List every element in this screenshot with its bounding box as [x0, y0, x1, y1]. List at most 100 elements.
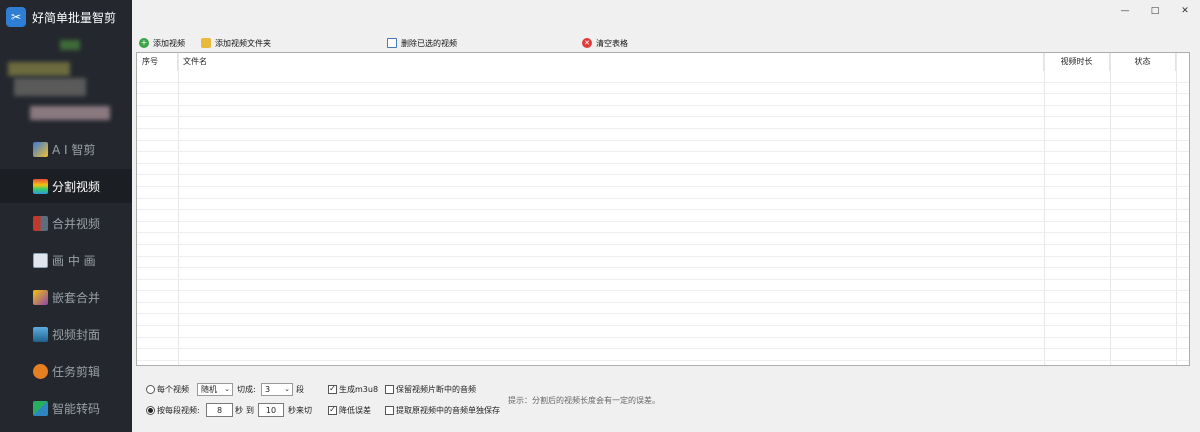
transcode-icon [33, 400, 48, 416]
segments-dropdown[interactable]: 3 ⌄ [261, 382, 293, 396]
add-folder-button[interactable]: 添加视频文件夹 [201, 36, 271, 50]
empty-table-row [137, 199, 1189, 211]
app-title: 好简单批量智剪 [32, 10, 117, 25]
to-seconds-input[interactable]: 10 [258, 403, 284, 417]
add-video-label: 添加视频 [153, 38, 185, 48]
empty-table-row [137, 94, 1189, 106]
extract-audio-label: 提取原视频中的音频单独保存 [396, 405, 500, 415]
minimize-button[interactable]: — [1110, 0, 1140, 22]
segments-unit-text: 段 [296, 384, 304, 394]
empty-table-row [137, 141, 1189, 153]
empty-table-row [137, 303, 1189, 315]
empty-table-row [137, 222, 1189, 234]
split-mode-select[interactable]: 随机 ⌄ [197, 382, 233, 396]
to-text: 到 [246, 405, 254, 415]
ai-magic-icon [33, 141, 48, 157]
nav-item-ai-edit[interactable]: A I 智剪 [0, 132, 132, 166]
task-edit-icon [33, 363, 48, 379]
split-options-panel: 每个视频 随机 ⌄ 切成: 3 ⌄ 段 按每段视频: 8 秒 到 10 秒来切 … [136, 372, 1190, 428]
checkbox-box [385, 405, 394, 415]
empty-table-row [137, 175, 1189, 187]
close-button[interactable]: ✕ [1170, 0, 1200, 22]
empty-table-row [137, 187, 1189, 199]
folder-icon [201, 38, 211, 48]
chevron-down-icon: ⌄ [284, 384, 290, 393]
column-header-filename[interactable]: 文件名 [178, 53, 1044, 71]
seconds-text: 秒 [235, 405, 243, 415]
extract-audio-checkbox[interactable]: 提取原视频中的音频单独保存 [385, 403, 500, 417]
delete-selected-label: 删除已选的视频 [401, 38, 457, 48]
empty-table-row [137, 245, 1189, 257]
nav-item-video-cover[interactable]: 视频封面 [0, 317, 132, 351]
nav-item-task-edit[interactable]: 任务剪辑 [0, 354, 132, 388]
from-seconds-input[interactable]: 8 [206, 403, 233, 417]
checkmark-icon: ✓ [328, 405, 337, 415]
empty-table-row [137, 117, 1189, 129]
column-header-index[interactable]: 序号 [137, 53, 178, 71]
nav-item-split-video[interactable]: 分割视频 [0, 169, 132, 203]
column-header-duration[interactable]: 视频时长 [1044, 53, 1110, 71]
empty-table-row [137, 129, 1189, 141]
plus-icon: + [139, 38, 149, 48]
video-cover-icon [33, 326, 48, 342]
empty-table-row [137, 314, 1189, 327]
nav-item-transcode[interactable]: 智能转码 [0, 391, 132, 425]
split-mode-dropdown[interactable]: 随机 ⌄ [197, 382, 233, 396]
add-folder-label: 添加视频文件夹 [215, 38, 271, 48]
keep-audio-checkbox[interactable]: 保留视频片断中的音频 [385, 382, 476, 396]
generate-m3u8-checkbox[interactable]: ✓ 生成m3u8 [328, 382, 378, 396]
nav-item-label: 合并视频 [52, 216, 101, 231]
nav-item-label: 嵌套合并 [52, 290, 101, 305]
reduce-error-checkbox[interactable]: ✓ 降低误差 [328, 403, 371, 417]
empty-table-row [137, 83, 1189, 95]
checkbox-box [385, 384, 394, 394]
split-video-icon [33, 178, 48, 194]
split-mode-value: 随机 [201, 384, 217, 394]
nav-item-nest-merge[interactable]: 嵌套合并 [0, 280, 132, 314]
table-body [137, 71, 1189, 361]
empty-table-row [137, 152, 1189, 164]
empty-table-row [137, 233, 1189, 245]
reduce-error-label: 降低误差 [339, 405, 371, 415]
chevron-down-icon: ⌄ [224, 384, 230, 393]
delete-selected-button[interactable]: 删除已选的视频 [387, 36, 457, 50]
nav-item-label: 任务剪辑 [52, 364, 101, 379]
per-segment-radio[interactable]: 按每段视频: [146, 403, 200, 417]
seconds-end-text: 秒来切 [288, 405, 312, 415]
empty-table-row [137, 280, 1189, 292]
user-profile-area [0, 34, 132, 130]
nav-item-label: 智能转码 [52, 401, 101, 416]
checkmark-icon: ✓ [328, 384, 337, 394]
per-video-radio[interactable]: 每个视频 [146, 382, 189, 396]
clear-table-label: 清空表格 [596, 38, 628, 48]
empty-table-row [137, 268, 1189, 280]
add-video-button[interactable]: + 添加视频 [139, 36, 185, 50]
nav-item-merge-video[interactable]: 合并视频 [0, 206, 132, 240]
sidebar: ✂ 好简单批量智剪 A I 智剪 分割视频 合并视频 画 中 画 嵌套合并 视频… [0, 0, 132, 432]
per-segment-label: 按每段视频: [157, 405, 200, 415]
keep-audio-label: 保留视频片断中的音频 [396, 384, 476, 394]
nav-item-picture-in-picture[interactable]: 画 中 画 [0, 243, 132, 277]
nest-merge-icon [33, 289, 48, 305]
nav-item-label: 视频封面 [52, 327, 101, 342]
from-seconds-value[interactable]: 8 [206, 403, 233, 417]
to-seconds-value[interactable]: 10 [258, 403, 284, 417]
empty-table-row [137, 164, 1189, 176]
delete-video-icon [387, 38, 397, 48]
cut-into-text: 切成: [237, 384, 256, 394]
picture-in-picture-icon [33, 252, 48, 268]
clear-table-button[interactable]: ✕ 清空表格 [582, 36, 628, 50]
nav-item-label: 画 中 画 [52, 253, 96, 268]
seconds-label: 秒 [235, 403, 243, 417]
empty-table-row [137, 291, 1189, 303]
maximize-button[interactable]: □ [1140, 0, 1170, 22]
segments-select[interactable]: 3 ⌄ [261, 382, 293, 396]
nav-item-label: 分割视频 [52, 179, 101, 194]
segments-unit: 段 [296, 382, 304, 396]
empty-table-row [137, 210, 1189, 222]
generate-m3u8-label: 生成m3u8 [339, 384, 379, 394]
file-table[interactable]: 序号 文件名 视频时长 状态 [136, 52, 1190, 366]
segments-value: 3 [265, 384, 271, 394]
column-header-status[interactable]: 状态 [1110, 53, 1176, 71]
app-title-bar: ✂ 好简单批量智剪 [6, 6, 116, 28]
